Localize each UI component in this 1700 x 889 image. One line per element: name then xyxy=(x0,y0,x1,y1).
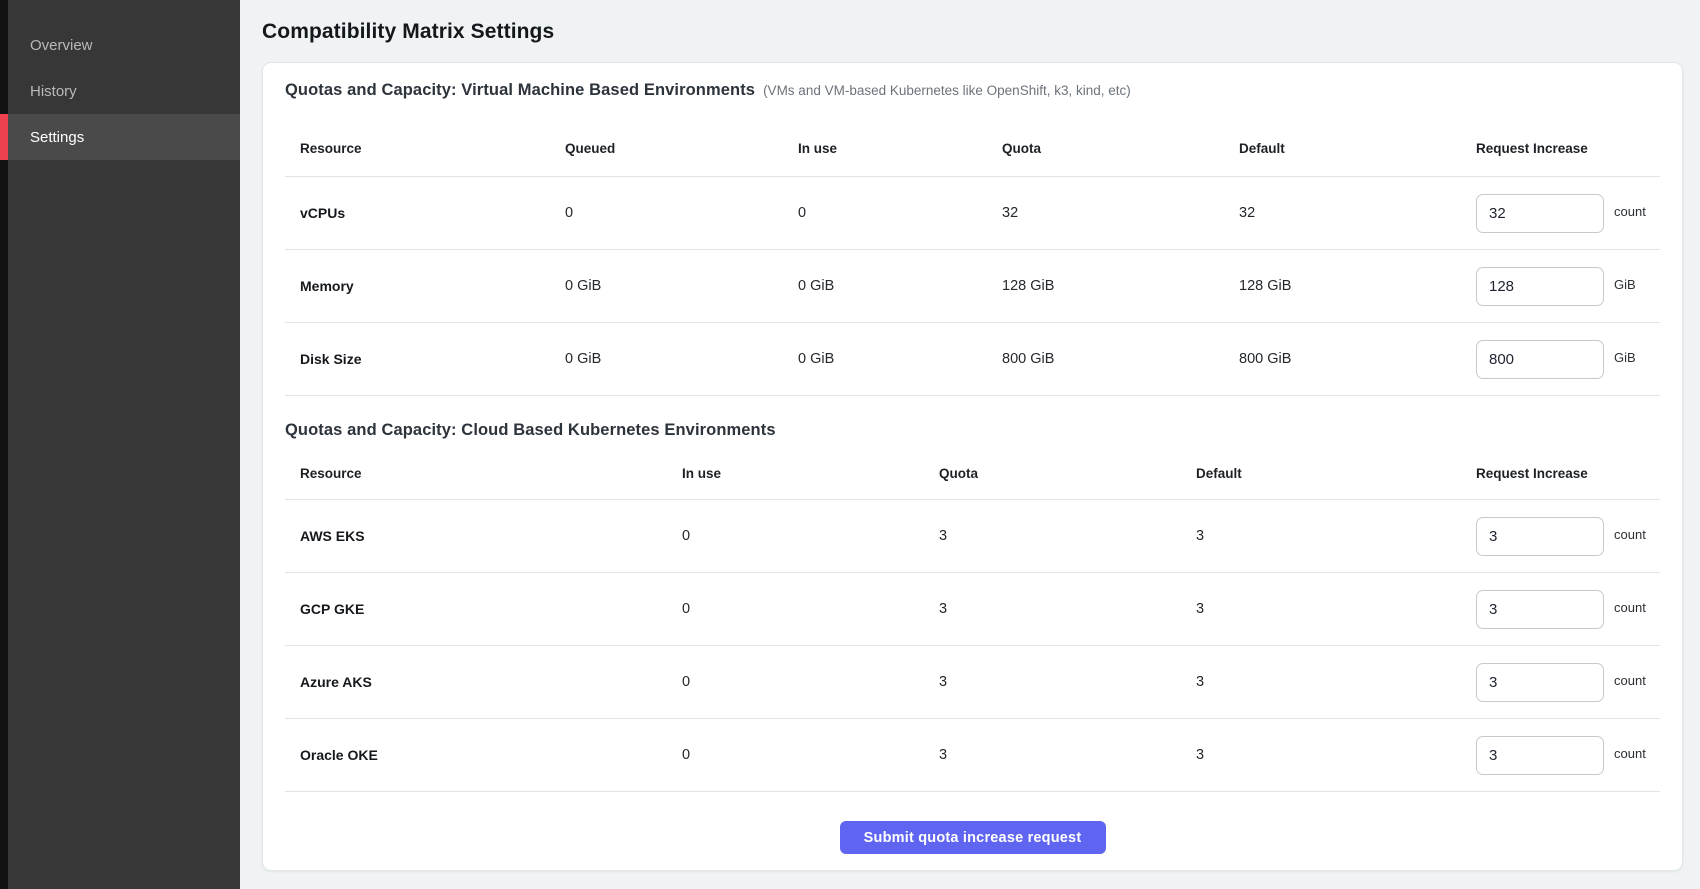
request-increase-cell: GiB xyxy=(1476,267,1662,306)
section-heading: Quotas and Capacity: Cloud Based Kuberne… xyxy=(285,421,776,440)
sidebar-nav: Overview History Settings xyxy=(0,0,240,160)
unit-label: GiB xyxy=(1614,277,1662,292)
column-header: Queued xyxy=(565,141,798,156)
resource-cell: Oracle OKE xyxy=(300,747,682,763)
submit-quota-request-button[interactable]: Submit quota increase request xyxy=(840,821,1106,854)
in-use-cell: 0 GiB xyxy=(798,351,1002,367)
table-row: AWS EKS 0 3 3 count xyxy=(285,500,1660,573)
default-cell: 128 GiB xyxy=(1239,278,1476,294)
table-row: vCPUs 0 0 32 32 count xyxy=(285,177,1660,250)
column-header: Resource xyxy=(300,141,565,156)
unit-label: count xyxy=(1614,746,1662,761)
resource-cell: GCP GKE xyxy=(300,601,682,617)
resource-cell: Memory xyxy=(300,278,565,294)
queued-cell: 0 xyxy=(565,205,798,221)
column-header: Quota xyxy=(1002,141,1239,156)
default-cell: 3 xyxy=(1196,528,1476,544)
quota-cell: 32 xyxy=(1002,205,1239,221)
table-row: Memory 0 GiB 0 GiB 128 GiB 128 GiB GiB xyxy=(285,250,1660,323)
request-increase-input[interactable] xyxy=(1476,590,1604,629)
resource-cell: vCPUs xyxy=(300,205,565,221)
sidebar-item-label: History xyxy=(30,83,77,100)
request-increase-cell: count xyxy=(1476,517,1662,556)
section-heading: Quotas and Capacity: Virtual Machine Bas… xyxy=(285,81,755,100)
request-increase-input[interactable] xyxy=(1476,267,1604,306)
in-use-cell: 0 xyxy=(798,205,1002,221)
default-cell: 3 xyxy=(1196,747,1476,763)
page-title: Compatibility Matrix Settings xyxy=(262,20,1683,44)
sidebar-item-settings[interactable]: Settings xyxy=(0,114,240,160)
table-row: Disk Size 0 GiB 0 GiB 800 GiB 800 GiB Gi… xyxy=(285,323,1660,396)
quota-cell: 3 xyxy=(939,601,1196,617)
sidebar-item-label: Settings xyxy=(30,129,84,146)
default-cell: 32 xyxy=(1239,205,1476,221)
unit-label: count xyxy=(1614,673,1662,688)
column-header: Quota xyxy=(939,466,1196,481)
in-use-cell: 0 GiB xyxy=(798,278,1002,294)
request-increase-cell: count xyxy=(1476,736,1662,775)
sidebar: Overview History Settings xyxy=(0,0,240,889)
main-content: Compatibility Matrix Settings Quotas and… xyxy=(240,0,1700,889)
queued-cell: 0 GiB xyxy=(565,351,798,367)
request-increase-cell: count xyxy=(1476,194,1662,233)
unit-label: count xyxy=(1614,527,1662,542)
section-vm-environments: Quotas and Capacity: Virtual Machine Bas… xyxy=(285,81,1660,396)
sidebar-item-overview[interactable]: Overview xyxy=(0,22,240,68)
table-header-row: Resource In use Quota Default Request In… xyxy=(285,448,1660,500)
table-row: Azure AKS 0 3 3 count xyxy=(285,646,1660,719)
section-cloud-k8s-environments: Quotas and Capacity: Cloud Based Kuberne… xyxy=(285,421,1660,792)
card-footer: Submit quota increase request xyxy=(285,821,1660,854)
sidebar-item-history[interactable]: History xyxy=(0,68,240,114)
column-header: Resource xyxy=(300,466,682,481)
quota-cell: 3 xyxy=(939,674,1196,690)
default-cell: 800 GiB xyxy=(1239,351,1476,367)
unit-label: GiB xyxy=(1614,350,1662,365)
request-increase-input[interactable] xyxy=(1476,340,1604,379)
quota-cell: 3 xyxy=(939,528,1196,544)
column-header: Request Increase xyxy=(1476,466,1660,481)
table-row: GCP GKE 0 3 3 count xyxy=(285,573,1660,646)
resource-cell: Disk Size xyxy=(300,351,565,367)
table-row: Oracle OKE 0 3 3 count xyxy=(285,719,1660,792)
request-increase-input[interactable] xyxy=(1476,194,1604,233)
app-window: Overview History Settings Compatibility … xyxy=(0,0,1700,889)
resource-cell: AWS EKS xyxy=(300,528,682,544)
unit-label: count xyxy=(1614,600,1662,615)
request-increase-input[interactable] xyxy=(1476,517,1604,556)
section-subtitle: (VMs and VM-based Kubernetes like OpenSh… xyxy=(763,83,1131,98)
column-header: In use xyxy=(798,141,1002,156)
default-cell: 3 xyxy=(1196,601,1476,617)
default-cell: 3 xyxy=(1196,674,1476,690)
quota-cell: 800 GiB xyxy=(1002,351,1239,367)
resource-cell: Azure AKS xyxy=(300,674,682,690)
table-header-row: Resource Queued In use Quota Default Req… xyxy=(285,121,1660,177)
column-header: Request Increase xyxy=(1476,141,1660,156)
request-increase-cell: GiB xyxy=(1476,340,1662,379)
sidebar-item-label: Overview xyxy=(30,37,93,54)
quotas-card: Quotas and Capacity: Virtual Machine Bas… xyxy=(262,62,1683,871)
in-use-cell: 0 xyxy=(682,601,939,617)
column-header: In use xyxy=(682,466,939,481)
request-increase-input[interactable] xyxy=(1476,736,1604,775)
column-header: Default xyxy=(1239,141,1476,156)
quota-cell: 3 xyxy=(939,747,1196,763)
column-header: Default xyxy=(1196,466,1476,481)
request-increase-cell: count xyxy=(1476,590,1662,629)
in-use-cell: 0 xyxy=(682,674,939,690)
queued-cell: 0 GiB xyxy=(565,278,798,294)
in-use-cell: 0 xyxy=(682,528,939,544)
request-increase-input[interactable] xyxy=(1476,663,1604,702)
in-use-cell: 0 xyxy=(682,747,939,763)
request-increase-cell: count xyxy=(1476,663,1662,702)
unit-label: count xyxy=(1614,204,1662,219)
quota-cell: 128 GiB xyxy=(1002,278,1239,294)
